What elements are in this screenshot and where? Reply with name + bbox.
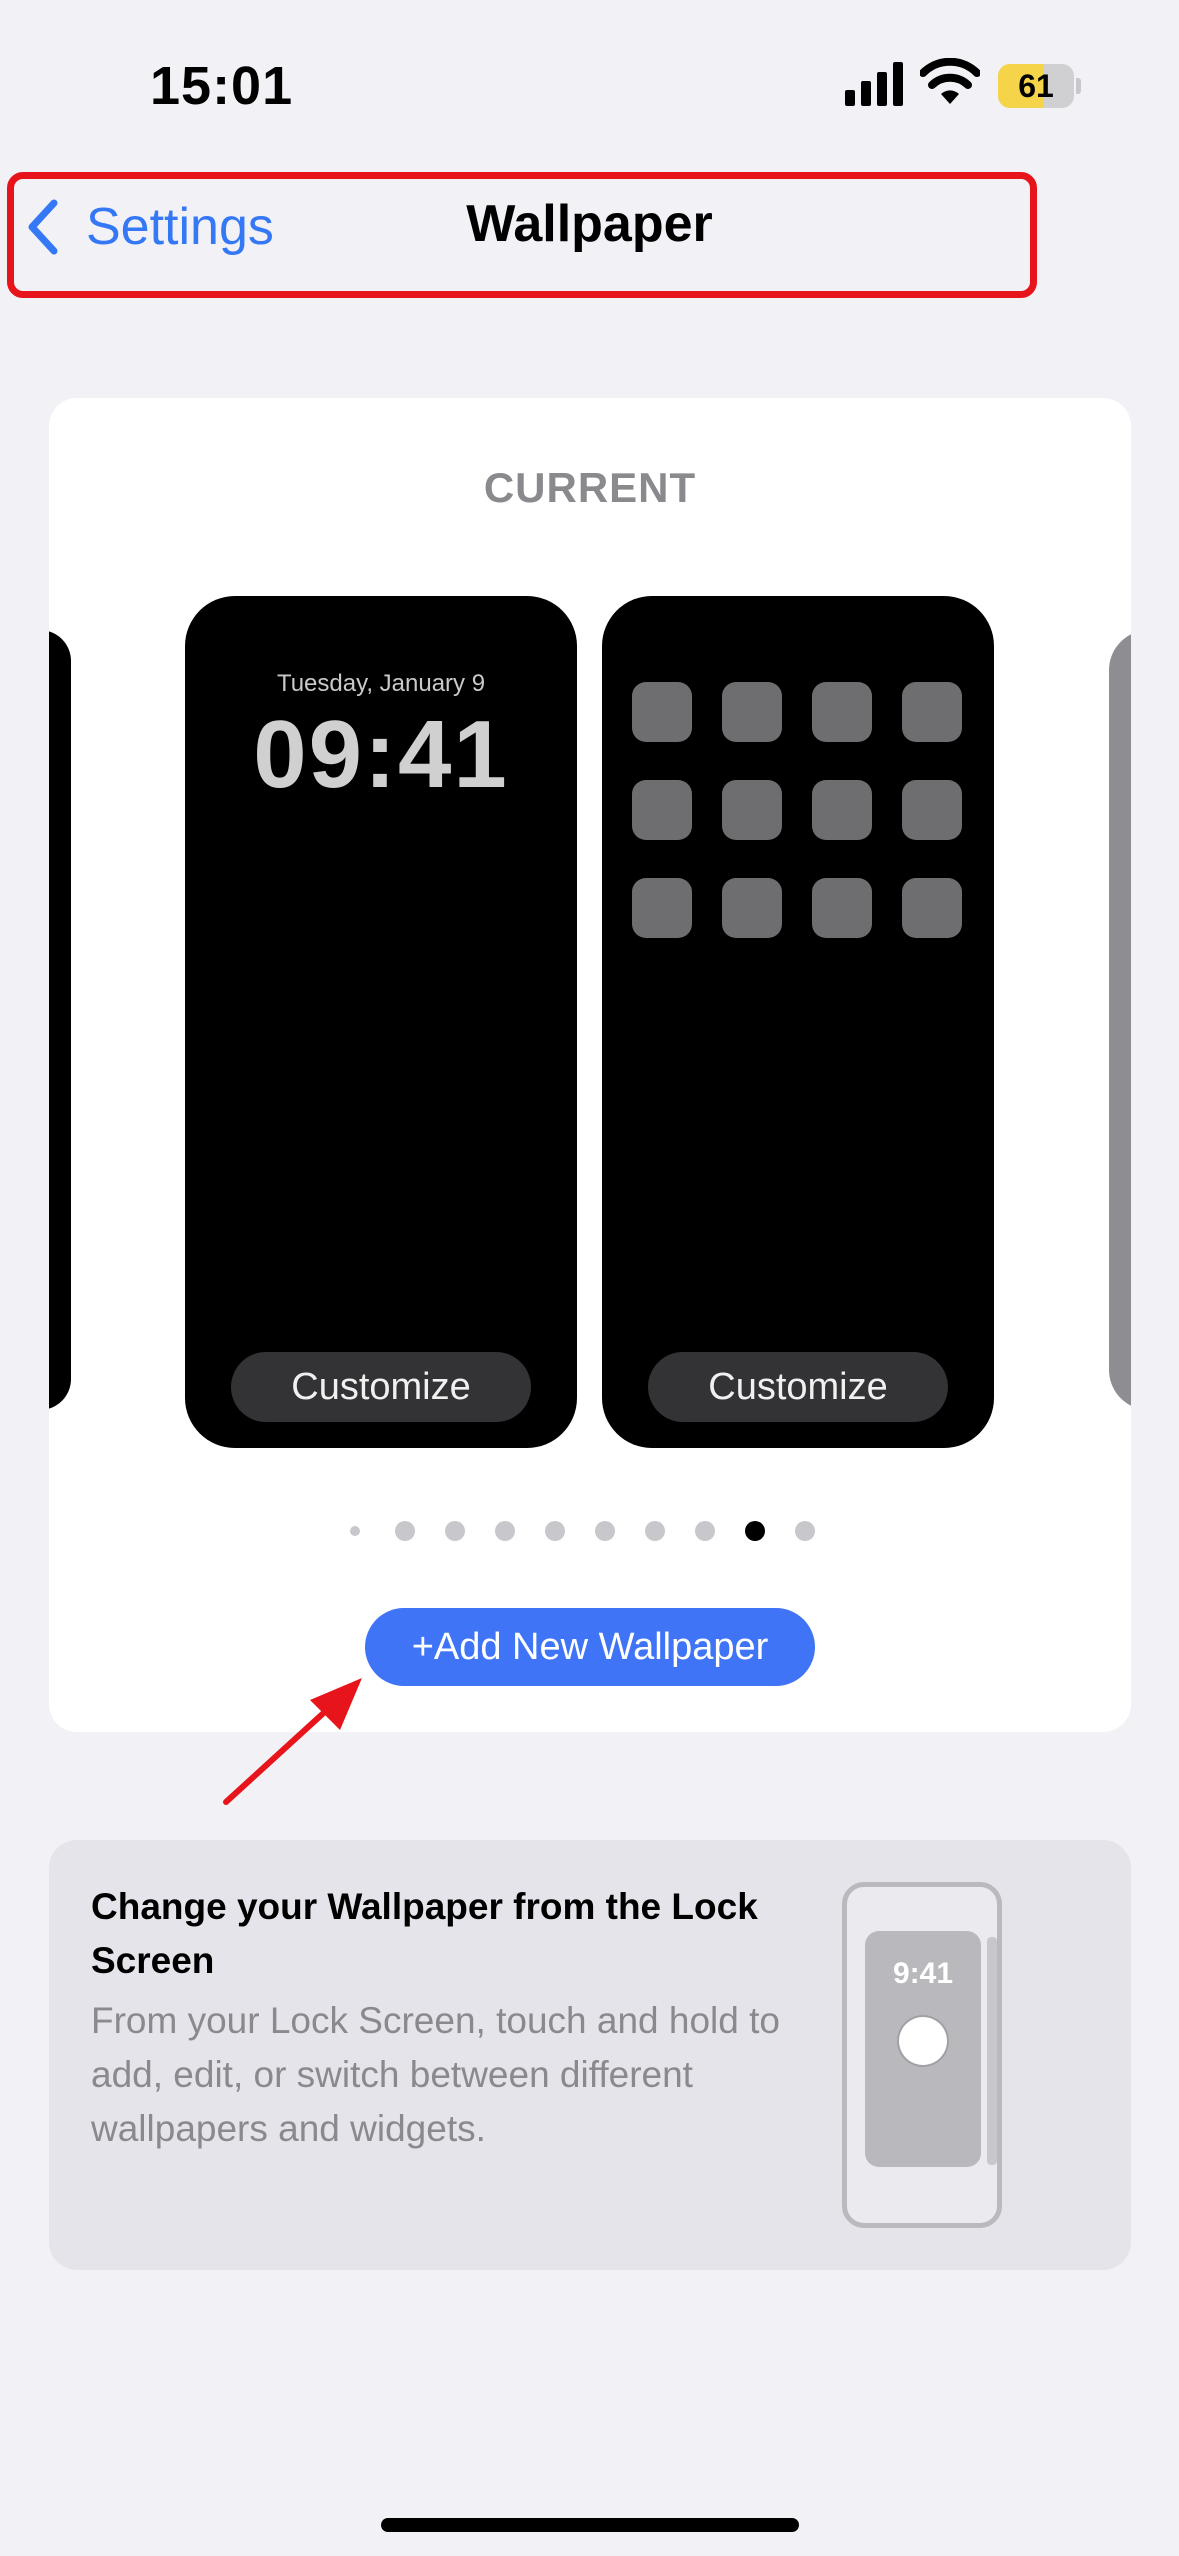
battery-icon: 61 xyxy=(998,64,1081,108)
illustration-screen: 9:41 xyxy=(865,1931,981,2167)
page-dot[interactable] xyxy=(645,1521,665,1541)
page-dot[interactable] xyxy=(395,1521,415,1541)
page-dot[interactable] xyxy=(595,1521,615,1541)
page-dot[interactable] xyxy=(695,1521,715,1541)
app-tile xyxy=(722,780,782,840)
customize-home-screen-button[interactable]: Customize xyxy=(648,1352,948,1422)
page-title: Wallpaper xyxy=(466,195,713,253)
wifi-icon xyxy=(920,58,980,104)
page-dot[interactable] xyxy=(350,1526,360,1536)
lock-screen-tip-card: Change your Wallpaper from the Lock Scre… xyxy=(49,1840,1131,2270)
add-new-wallpaper-button[interactable]: +Add New Wallpaper xyxy=(365,1608,815,1686)
app-tile xyxy=(812,780,872,840)
previous-wallpaper-preview[interactable] xyxy=(49,630,71,1410)
customize-lock-screen-button[interactable]: Customize xyxy=(231,1352,531,1422)
section-label-current: CURRENT xyxy=(483,464,697,511)
app-tile xyxy=(632,878,692,938)
page-dot[interactable] xyxy=(495,1521,515,1541)
touch-indicator-icon xyxy=(899,2017,947,2065)
home-indicator[interactable] xyxy=(381,2518,799,2532)
annotation-arrow-icon xyxy=(223,1678,362,1805)
home-screen-preview[interactable]: Customize xyxy=(602,596,994,1448)
app-tile xyxy=(902,780,962,840)
next-wallpaper-preview[interactable] xyxy=(1109,630,1131,1410)
app-tile xyxy=(812,682,872,742)
page-indicator[interactable] xyxy=(49,1516,1131,1546)
status-time: 15:01 xyxy=(150,56,294,116)
tip-description: From your Lock Screen, touch and hold to… xyxy=(91,2000,780,2149)
battery-level: 61 xyxy=(1018,68,1054,104)
app-icon-grid xyxy=(632,682,964,938)
tip-title: Change your Wallpaper from the Lock Scre… xyxy=(91,1886,758,1981)
app-tile xyxy=(632,780,692,840)
lock-screen-illustration: 9:41 xyxy=(842,1882,1002,2228)
app-tile xyxy=(812,878,872,938)
app-tile xyxy=(722,682,782,742)
page-dot[interactable] xyxy=(545,1521,565,1541)
lock-screen-date: Tuesday, January 9 xyxy=(276,670,486,697)
lock-screen-time: 09:41 xyxy=(253,701,509,808)
cellular-signal-icon xyxy=(845,62,903,106)
status-bar: 15:01 61 xyxy=(0,0,1179,170)
app-tile xyxy=(902,682,962,742)
illustration-side-panel xyxy=(987,1937,997,2165)
page-dot[interactable] xyxy=(445,1521,465,1541)
page-dot-active[interactable] xyxy=(745,1521,765,1541)
app-tile xyxy=(722,878,782,938)
lock-screen-preview[interactable]: Tuesday, January 9 09:41 Customize xyxy=(185,596,577,1448)
page-dot[interactable] xyxy=(795,1521,815,1541)
app-tile xyxy=(632,682,692,742)
app-tile xyxy=(902,878,962,938)
illustration-time: 9:41 xyxy=(892,1957,954,1990)
current-wallpaper-card: CURRENT Tuesday, January 9 09:41 Customi… xyxy=(49,398,1131,1732)
